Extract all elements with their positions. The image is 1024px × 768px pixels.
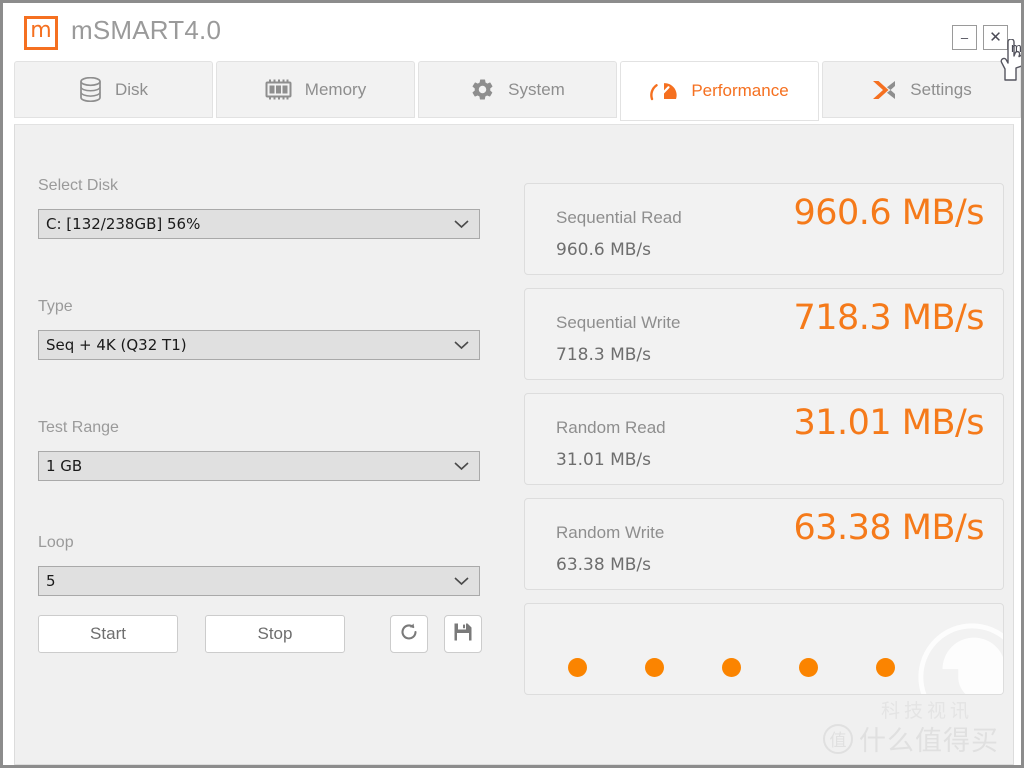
type-dropdown[interactable]: Seq + 4K (Q32 T1): [38, 330, 480, 360]
result-value: 31.01 MB/s: [793, 403, 984, 443]
test-range-label: Test Range: [38, 419, 119, 436]
chevron-down-icon: [454, 462, 469, 471]
disk-icon: [79, 77, 102, 102]
loop-dropdown[interactable]: 5: [38, 566, 480, 596]
loop-progress-card: [524, 603, 1004, 695]
title-bar: m mSMART4.0 – ✕: [3, 3, 1021, 61]
minimize-button[interactable]: –: [952, 25, 977, 50]
start-button[interactable]: Start: [38, 615, 178, 653]
save-button[interactable]: [444, 615, 482, 653]
result-name: Sequential Write: [556, 313, 681, 332]
tab-performance[interactable]: Performance: [620, 61, 819, 121]
field-type: Type Seq + 4K (Q32 T1): [38, 298, 480, 360]
gear-icon: [470, 77, 495, 102]
chevron-down-icon: [454, 220, 469, 229]
select-disk-value: C: [132/238GB] 56%: [46, 215, 201, 233]
select-disk-label: Select Disk: [38, 177, 119, 194]
loop-progress-dot: [722, 658, 741, 677]
result-detail: 31.01 MB/s: [556, 450, 651, 470]
tab-disk-label: Disk: [114, 79, 149, 99]
save-floppy-icon: [453, 622, 473, 647]
tab-performance-label: Performance: [691, 81, 789, 100]
chevron-down-icon: [454, 341, 469, 350]
watermark-line-2: 什么值得买: [859, 726, 999, 757]
tab-settings-label: Settings: [910, 79, 972, 99]
result-name: Random Write: [556, 523, 665, 542]
result-card-sequential-write: Sequential Write 718.3 MB/s 718.3 MB/s: [524, 288, 1004, 380]
tab-memory-label: Memory: [304, 79, 367, 99]
field-select-disk: Select Disk C: [132/238GB] 56%: [38, 177, 480, 239]
tab-bar: Disk Memory System Performance Settings: [3, 61, 1021, 124]
result-card-random-read: Random Read 31.01 MB/s 31.01 MB/s: [524, 393, 1004, 485]
result-name: Sequential Read: [556, 208, 682, 227]
result-card-random-write: Random Write 63.38 MB/s 63.38 MB/s: [524, 498, 1004, 590]
action-button-row: Start Stop: [38, 615, 482, 653]
loop-progress-dot: [876, 658, 895, 677]
memory-chip-icon: [265, 79, 292, 100]
results-panel: Sequential Read 960.6 MB/s 960.6 MB/s Se…: [524, 183, 1004, 695]
field-loop: Loop 5: [38, 534, 480, 596]
brand-ring-watermark-icon: [918, 623, 1003, 694]
loop-progress-dot: [568, 658, 587, 677]
result-name: Random Read: [556, 418, 666, 437]
type-value: Seq + 4K (Q32 T1): [46, 336, 187, 354]
result-value: 718.3 MB/s: [793, 298, 984, 338]
result-card-sequential-read: Sequential Read 960.6 MB/s 960.6 MB/s: [524, 183, 1004, 275]
site-watermark: 科技视讯 值 什么值得买: [823, 696, 999, 758]
minimize-icon: –: [960, 30, 969, 45]
refresh-icon: [399, 622, 419, 647]
stop-button[interactable]: Stop: [205, 615, 345, 653]
loop-progress-dot: [645, 658, 664, 677]
watermark-line-2-row: 值 什么值得买: [823, 719, 999, 758]
app-logo: m: [24, 16, 58, 50]
refresh-button[interactable]: [390, 615, 428, 653]
tab-system[interactable]: System: [418, 61, 617, 118]
cross-arrows-icon: [871, 79, 897, 101]
tab-disk[interactable]: Disk: [14, 61, 213, 118]
result-detail: 718.3 MB/s: [556, 345, 651, 365]
result-value: 63.38 MB/s: [793, 508, 984, 548]
watermark-line-1: 科技视讯: [880, 700, 973, 722]
select-disk-dropdown[interactable]: C: [132/238GB] 56%: [38, 209, 480, 239]
window-controls: – ✕: [952, 25, 1008, 50]
application-window: m mSMART4.0 – ✕ m Disk Memory System Per…: [0, 0, 1024, 768]
tab-memory[interactable]: Memory: [216, 61, 415, 118]
test-range-value: 1 GB: [46, 457, 83, 475]
loop-progress-dots: [568, 658, 895, 677]
app-title: mSMART4.0: [71, 15, 222, 45]
result-detail: 960.6 MB/s: [556, 240, 651, 260]
tab-system-label: System: [508, 79, 565, 99]
loop-label: Loop: [38, 534, 74, 551]
type-label: Type: [38, 298, 73, 315]
close-icon: ✕: [989, 29, 1002, 46]
loop-progress-dot: [799, 658, 818, 677]
gauge-icon: [650, 80, 678, 102]
field-test-range: Test Range 1 GB: [38, 419, 480, 481]
close-button[interactable]: ✕: [983, 25, 1008, 50]
performance-panel: Select Disk C: [132/238GB] 56% Type Seq …: [14, 124, 1014, 765]
watermark-badge: 值: [823, 723, 853, 754]
chevron-down-icon: [454, 577, 469, 586]
result-detail: 63.38 MB/s: [556, 555, 651, 575]
test-range-dropdown[interactable]: 1 GB: [38, 451, 480, 481]
app-logo-letter: m: [30, 18, 52, 43]
loop-value: 5: [46, 572, 56, 590]
tab-settings[interactable]: Settings: [822, 61, 1021, 118]
result-value: 960.6 MB/s: [793, 193, 984, 233]
